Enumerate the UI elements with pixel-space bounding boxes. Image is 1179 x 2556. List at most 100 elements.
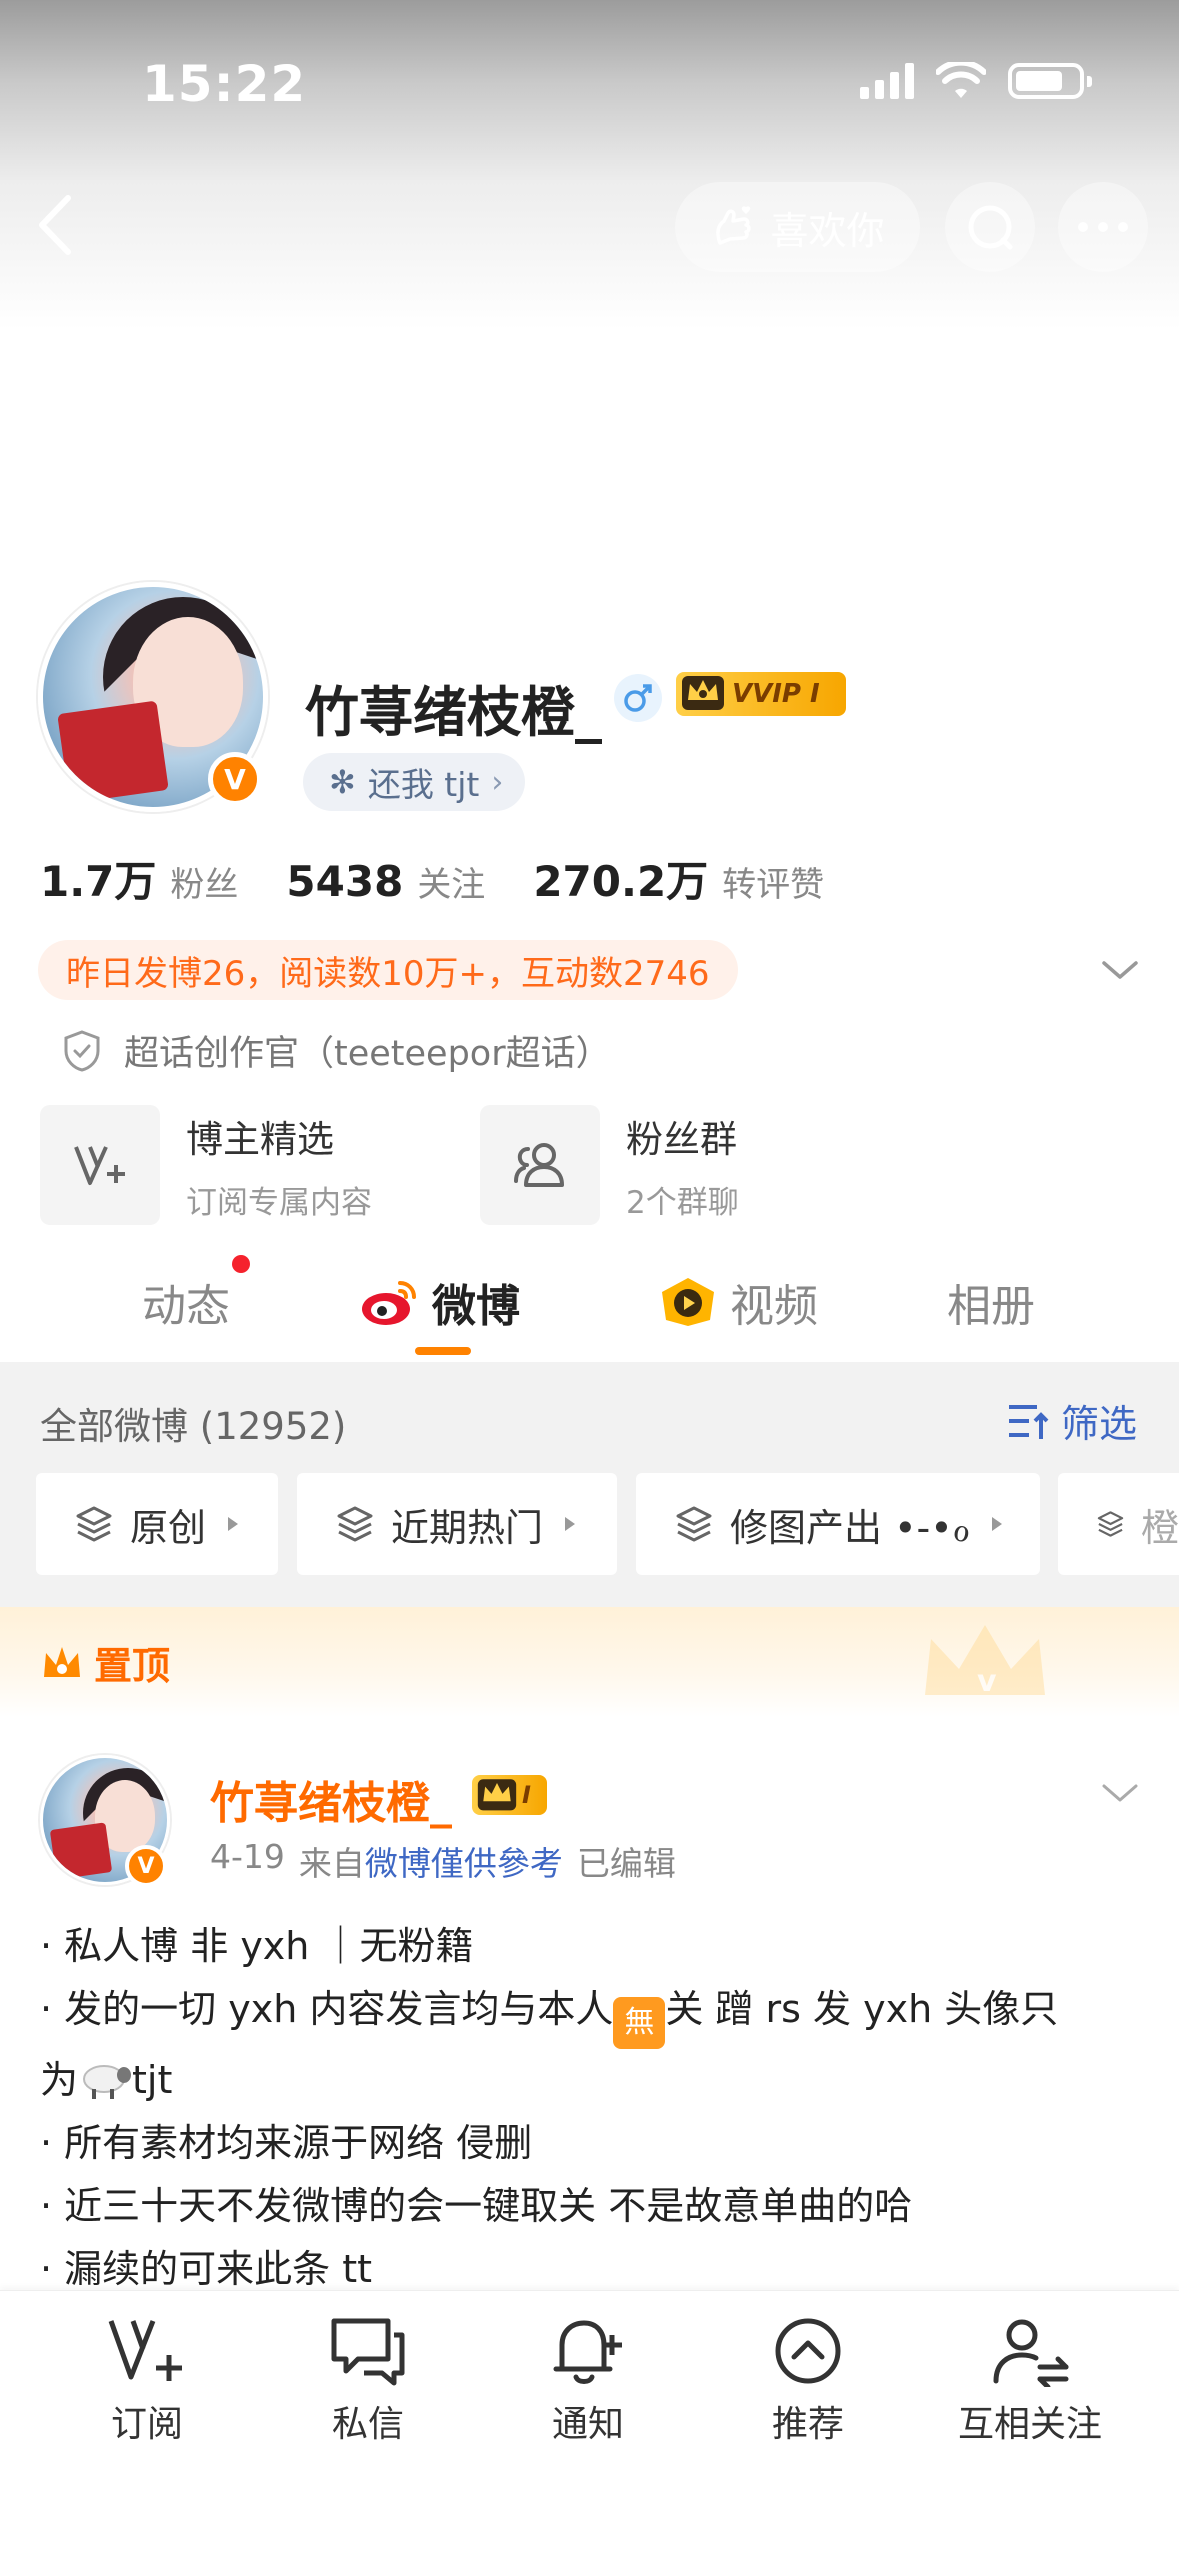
tab-album[interactable]: 相册 <box>947 1270 1035 1334</box>
post-source[interactable]: 微博僅供參考 <box>365 1844 563 1883</box>
nav-mutual-follow[interactable]: 互相关注 <box>930 2315 1130 2447</box>
chip-label: 原创 <box>130 1505 207 1550</box>
fan-group-entry[interactable]: 粉丝群 2个群聊 <box>480 1105 739 1225</box>
chip-label: 修图产出 •-•ℴ <box>730 1505 971 1550</box>
blogger-selection-entry[interactable]: 博主精选 订阅专属内容 <box>40 1105 372 1225</box>
following-stat[interactable]: 5438 关注 <box>286 857 485 906</box>
fan-group-icon-box <box>480 1105 600 1225</box>
chat-icon <box>331 2318 405 2386</box>
post-content[interactable]: · 私人博 非 yxh ｜无粉籍 · 发的一切 yxh 内容发言均与本人無关 蹭… <box>40 1915 1150 2301</box>
chip-arrow-icon <box>228 1517 239 1531</box>
pinned-text: 置顶 <box>94 1644 171 1688</box>
chevron-up-circle-icon <box>775 2318 841 2384</box>
post-line: · 近三十天不发微博的会一键取关 不是故意单曲的哈 <box>40 2184 913 2228</box>
tab-label: 微博 <box>432 1281 520 1332</box>
chip-label: 橙 <box>1140 1505 1179 1550</box>
chip-arrow-icon <box>565 1517 576 1531</box>
feature-title: 粉丝群 <box>626 1117 737 1161</box>
filter-icon <box>1008 1404 1049 1439</box>
nav-notifications[interactable]: 通知 <box>488 2315 688 2447</box>
chip-recent-hot[interactable]: 近期热门 <box>297 1473 617 1575</box>
no-emoji-icon: 無 <box>613 1997 666 2049</box>
profile-tag[interactable]: ✻ 还我 tjt › <box>303 753 526 811</box>
like-you-label: 喜欢你 <box>770 208 885 253</box>
feature-title: 博主精选 <box>186 1117 334 1161</box>
like-you-button[interactable]: 喜欢你 <box>675 182 920 272</box>
nav-subscribe[interactable]: 订阅 <box>47 2315 247 2447</box>
profile-tabs: 动态 微博 视频 相册 <box>0 1250 1179 1360</box>
nav-label: 推荐 <box>771 2404 844 2445</box>
profile-tag-label: 还我 tjt <box>367 765 480 804</box>
tab-label: 动态 <box>142 1281 230 1332</box>
tab-label: 相册 <box>947 1281 1035 1332</box>
tab-video[interactable]: 视频 <box>658 1270 818 1334</box>
stat-label: 粉丝 <box>170 865 239 905</box>
post-line-text: · 发的一切 yxh 内容发言均与本人 <box>40 1987 614 2031</box>
layers-icon <box>337 1506 373 1542</box>
stat-number: 270.2万 <box>533 857 709 906</box>
more-button[interactable] <box>1058 182 1148 272</box>
hand-heart-icon <box>716 206 752 245</box>
profile-name: 竹荨绪枝橙_ <box>305 681 602 744</box>
status-time: 15:22 <box>142 55 307 113</box>
followers-stat[interactable]: 1.7万 粉丝 <box>40 848 238 909</box>
chevron-down-icon[interactable] <box>1100 1778 1140 1808</box>
chip-edits[interactable]: 修图产出 •-•ℴ <box>636 1473 1040 1575</box>
post-line: · 所有素材均来源于网络 侵删 <box>40 2121 533 2165</box>
post-source-prefix: 来自 <box>298 1844 365 1883</box>
nav-messages[interactable]: 私信 <box>268 2315 468 2447</box>
sheep-emoji-icon <box>83 2065 132 2099</box>
vvip-badge[interactable]: VVIP I <box>676 672 846 716</box>
post-date: 4-19 <box>210 1837 285 1876</box>
stat-label: 转评赞 <box>722 865 825 905</box>
post-vip-badge[interactable]: I <box>472 1775 547 1815</box>
stat-label: 关注 <box>417 865 486 905</box>
svg-text:v: v <box>977 1664 997 1699</box>
certification-row[interactable]: 超话创作官（teeteepor超话） <box>62 1025 611 1076</box>
post-author-name[interactable]: 竹荨绪枝橙_ <box>210 1767 452 1831</box>
certification-label: 超话创作官（teeteepor超话） <box>124 1034 611 1074</box>
crown-icon <box>477 1779 517 1811</box>
chip-original[interactable]: 原创 <box>36 1473 278 1575</box>
post-meta: 4-19 来自微博僅供參考 已编辑 <box>210 1837 676 1885</box>
filter-button[interactable]: 筛选 <box>1007 1393 1137 1448</box>
chip-orange[interactable]: 橙 <box>1058 1473 1179 1575</box>
status-icons <box>860 62 1092 100</box>
all-weibo-count: 全部微博 (12952) <box>40 1405 347 1448</box>
chevron-right-icon: › <box>491 764 504 800</box>
post-edited: 已编辑 <box>576 1844 676 1883</box>
snowflake-icon: ✻ <box>329 763 356 801</box>
post-line-text: 为 <box>40 2058 79 2102</box>
nav-label: 互相关注 <box>957 2404 1102 2445</box>
pinned-label: 置顶 <box>40 1635 170 1690</box>
v-plus-icon <box>74 1146 125 1185</box>
tab-weibo[interactable]: 微博 <box>360 1270 520 1334</box>
search-icon <box>968 205 1013 250</box>
crown-icon <box>682 676 724 710</box>
tab-activity[interactable]: 动态 <box>142 1270 230 1334</box>
header-background <box>0 0 1179 330</box>
activity-notice[interactable]: 昨日发博26，阅读数10万+，互动数2746 <box>38 940 738 1000</box>
post-line-text: tjt <box>132 2058 173 2102</box>
weibo-logo-icon <box>362 1281 416 1325</box>
chip-label: 近期热门 <box>391 1505 544 1550</box>
post-badge-label: I <box>522 1781 531 1809</box>
battery-icon <box>1008 63 1092 99</box>
nav-label: 私信 <box>331 2404 404 2445</box>
back-icon[interactable] <box>30 190 80 260</box>
nav-label: 通知 <box>551 2404 624 2445</box>
likes-stat[interactable]: 270.2万 转评赞 <box>533 848 824 909</box>
profile-stats: 1.7万 粉丝 5438 关注 270.2万 转评赞 <box>40 848 824 909</box>
blogger-selection-icon-box <box>40 1105 160 1225</box>
vvip-label: VVIP I <box>732 679 820 709</box>
search-button[interactable] <box>945 182 1035 272</box>
male-gender-icon <box>614 674 662 722</box>
layers-icon <box>76 1506 112 1542</box>
signal-icon <box>860 63 914 99</box>
layers-icon <box>1097 1511 1124 1537</box>
nav-recommend[interactable]: 推荐 <box>708 2315 908 2447</box>
filter-label: 筛选 <box>1060 1402 1137 1446</box>
crown-watermark-icon: v <box>925 1625 1045 1699</box>
chevron-down-icon[interactable] <box>1100 955 1140 985</box>
stat-number: 5438 <box>286 857 404 906</box>
